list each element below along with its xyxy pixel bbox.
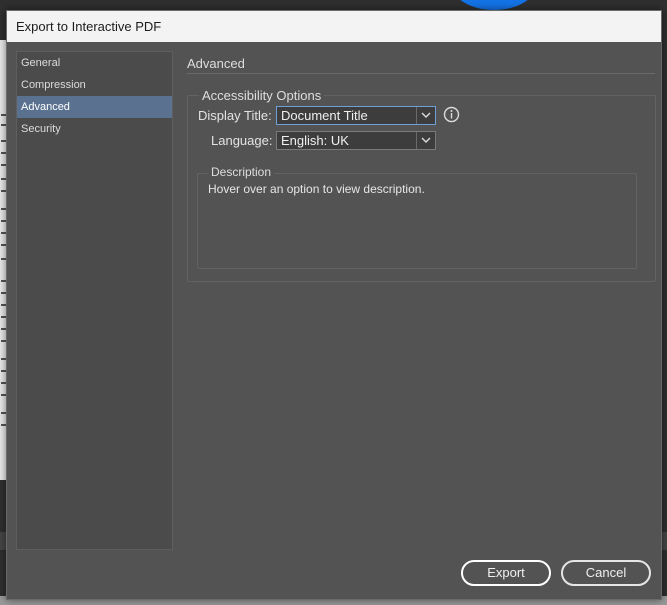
language-dropdown[interactable]: English: UK xyxy=(276,131,436,150)
language-value: English: UK xyxy=(281,133,349,148)
display-title-label: Display Title: xyxy=(198,108,272,123)
accessibility-options-legend: Accessibility Options xyxy=(199,88,325,103)
cancel-button[interactable]: Cancel xyxy=(561,560,651,586)
description-text: Hover over an option to view description… xyxy=(208,182,425,196)
background-blue-shape xyxy=(452,0,536,10)
sidebar-item-compression[interactable]: Compression xyxy=(17,74,172,96)
display-title-dropdown[interactable]: Document Title xyxy=(276,106,436,125)
chevron-down-icon xyxy=(416,132,435,149)
sidebar-item-general[interactable]: General xyxy=(17,52,172,74)
description-legend: Description xyxy=(208,165,275,179)
category-sidebar: General Compression Advanced Security xyxy=(16,51,173,550)
chevron-down-icon xyxy=(416,107,435,124)
sidebar-item-security[interactable]: Security xyxy=(17,118,172,140)
sidebar-item-advanced[interactable]: Advanced xyxy=(17,96,172,118)
dialog-titlebar[interactable]: Export to Interactive PDF xyxy=(7,11,661,42)
panel-title: Advanced xyxy=(187,56,245,71)
language-label: Language: xyxy=(211,133,273,148)
export-interactive-pdf-dialog: Export to Interactive PDF General Compre… xyxy=(6,10,662,600)
display-title-value: Document Title xyxy=(281,108,368,123)
dialog-title: Export to Interactive PDF xyxy=(16,19,162,34)
info-icon[interactable] xyxy=(443,106,460,123)
export-button[interactable]: Export xyxy=(461,560,551,586)
panel-divider xyxy=(187,73,655,74)
